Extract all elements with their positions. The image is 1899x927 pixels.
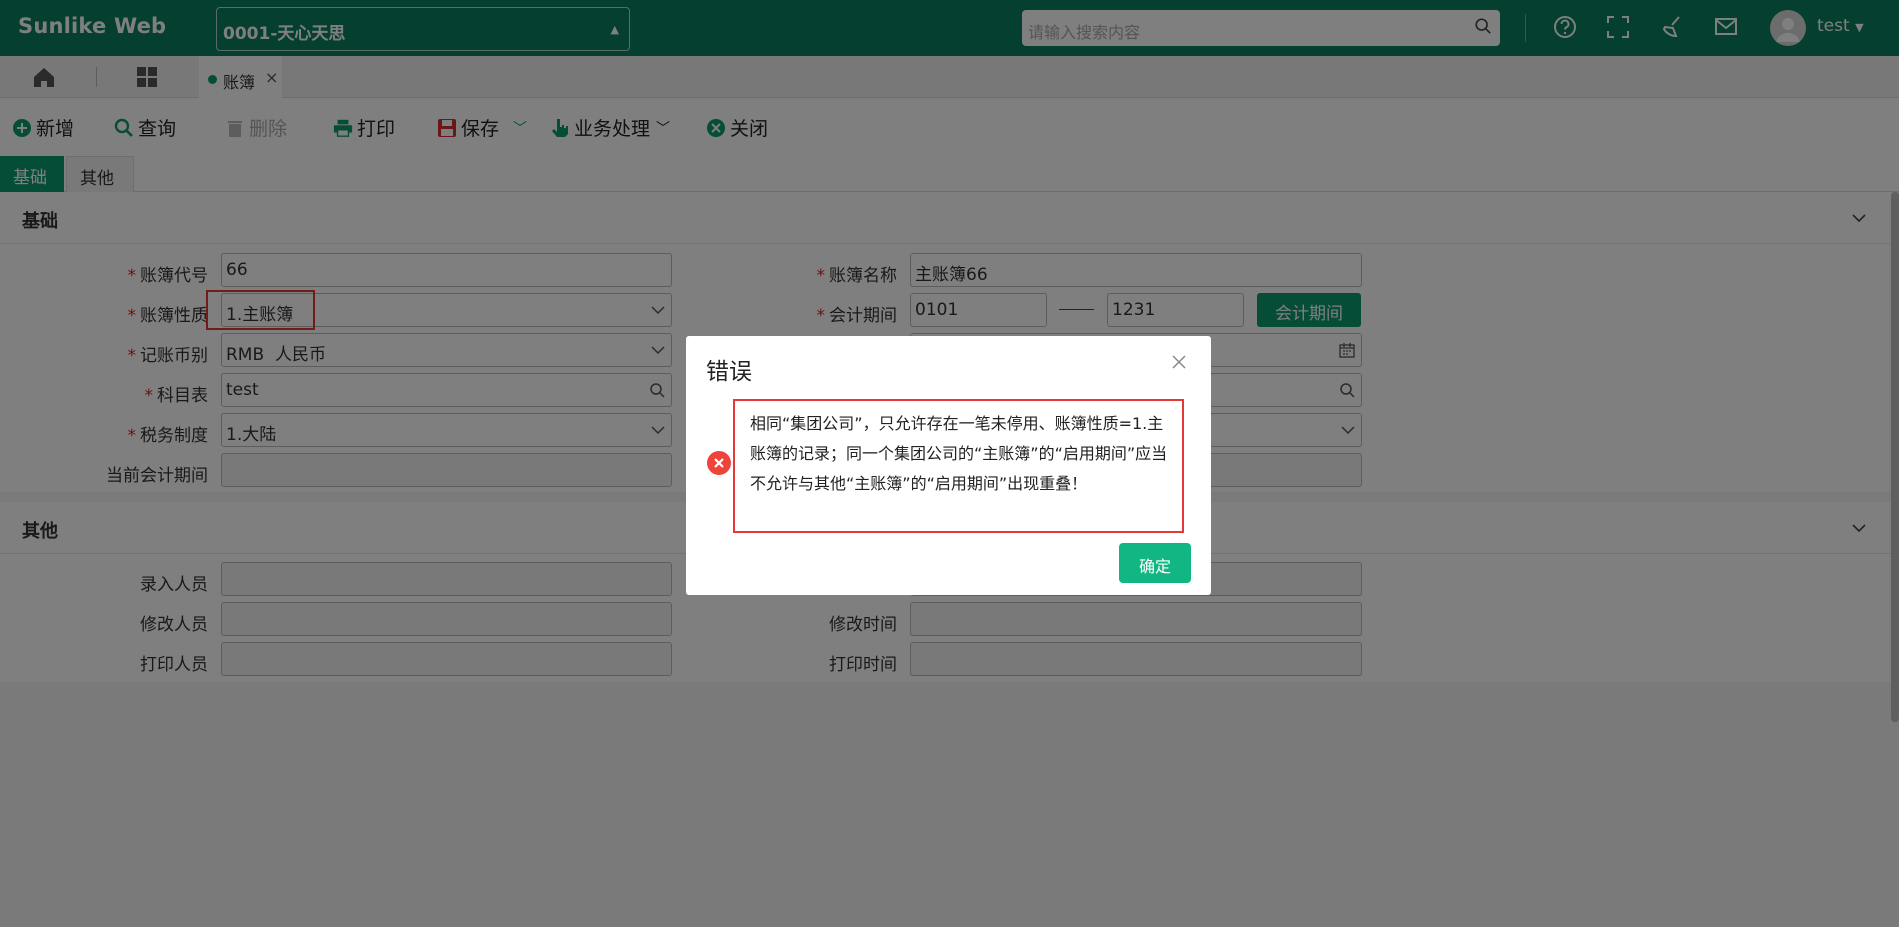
- dialog-message: 相同“集团公司”，只允许存在一笔未停用、账簿性质=1.主账簿的记录；同一个集团公…: [733, 399, 1184, 533]
- dialog-title: 错误: [706, 359, 752, 385]
- close-icon[interactable]: [1171, 354, 1187, 370]
- error-icon: [707, 451, 731, 475]
- error-dialog: 错误 相同“集团公司”，只允许存在一笔未停用、账簿性质=1.主账簿的记录；同一个…: [686, 336, 1211, 595]
- ok-button[interactable]: 确定: [1119, 543, 1191, 583]
